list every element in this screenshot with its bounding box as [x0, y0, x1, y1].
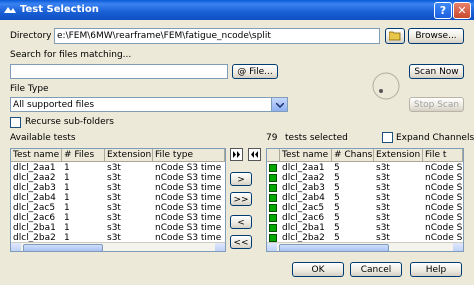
scroll-thumb[interactable] — [279, 244, 389, 251]
col-extension[interactable]: Extension — [105, 149, 153, 162]
recurse-label: Recurse sub-folders — [25, 117, 114, 127]
file-type-value: All supported files — [13, 100, 95, 110]
col-status — [267, 149, 280, 162]
col-sel-test-name[interactable]: Test name — [280, 149, 332, 162]
scan-progress-dial — [372, 72, 400, 100]
open-folder-button[interactable] — [385, 28, 405, 44]
folder-icon — [388, 31, 401, 41]
chevron-down-icon[interactable] — [271, 98, 287, 111]
scan-now-button[interactable]: Scan Now — [409, 64, 464, 79]
scroll-right-icon[interactable] — [215, 243, 225, 251]
status-square-icon — [269, 224, 277, 232]
available-hscrollbar[interactable] — [11, 242, 225, 251]
col-files[interactable]: # Files — [62, 149, 105, 162]
browse-button[interactable]: Browse... — [408, 28, 464, 44]
help-button[interactable]: Help — [410, 262, 462, 277]
recurse-checkbox[interactable] — [10, 117, 21, 128]
help-title-button[interactable]: ? — [434, 2, 452, 19]
status-square-icon — [269, 194, 277, 202]
available-table-header: Test name # Files Extension File type — [11, 149, 225, 162]
search-label: Search for files matching... — [10, 50, 132, 60]
selected-count: 79 — [266, 133, 278, 143]
remove-selected-button[interactable]: < — [230, 215, 252, 229]
stop-scan-button[interactable]: Stop Scan — [409, 97, 464, 112]
col-sel-extension[interactable]: Extension — [374, 149, 423, 162]
add-selected-button[interactable]: > — [230, 172, 252, 186]
col-chans[interactable]: # Chans — [332, 149, 374, 162]
file-type-label: File Type — [10, 84, 49, 94]
directory-input[interactable]: e:\FEM\6MW\rearframe\FEM\fatigue_ncode\s… — [54, 28, 380, 44]
status-square-icon — [269, 184, 277, 192]
col-test-name[interactable]: Test name — [11, 149, 62, 162]
selected-table-header: Test name # Chans Extension File t — [267, 149, 463, 162]
move-right-icon[interactable] — [230, 148, 243, 161]
app-logo-icon — [4, 7, 16, 13]
scroll-thumb[interactable] — [23, 244, 103, 251]
status-square-icon — [269, 174, 277, 182]
col-file-type[interactable]: File type — [153, 149, 225, 162]
expand-channels-label: Expand Channels — [396, 133, 474, 143]
scroll-left-icon[interactable] — [267, 243, 277, 251]
selected-tests-table[interactable]: Test name # Chans Extension File t dlcl_… — [266, 148, 464, 252]
file-type-select[interactable]: All supported files — [10, 97, 288, 112]
status-square-icon — [269, 234, 277, 242]
available-tests-table[interactable]: Test name # Files Extension File type dl… — [10, 148, 226, 252]
directory-label: Directory — [10, 31, 52, 41]
scroll-right-icon[interactable] — [453, 243, 463, 251]
move-left-icon[interactable] — [248, 148, 261, 161]
scroll-left-icon[interactable] — [11, 243, 21, 251]
remove-all-button[interactable]: << — [230, 235, 252, 249]
window-title: Test Selection — [20, 4, 99, 15]
cancel-button[interactable]: Cancel — [350, 262, 402, 277]
search-input[interactable] — [10, 64, 228, 79]
tests-selected-label: tests selected — [285, 133, 348, 143]
ok-button[interactable]: OK — [292, 262, 344, 277]
status-square-icon — [269, 164, 277, 172]
add-all-button[interactable]: >> — [230, 192, 252, 206]
expand-channels-checkbox[interactable] — [382, 132, 393, 143]
close-button[interactable]: ✕ — [453, 2, 471, 19]
file-button[interactable]: @ File... — [232, 64, 278, 79]
status-square-icon — [269, 204, 277, 212]
status-square-icon — [269, 214, 277, 222]
selected-hscrollbar[interactable] — [267, 242, 463, 251]
available-tests-label: Available tests — [10, 133, 76, 143]
title-bar: Test Selection ? ✕ — [0, 0, 474, 20]
col-sel-file-type[interactable]: File t — [423, 149, 463, 162]
